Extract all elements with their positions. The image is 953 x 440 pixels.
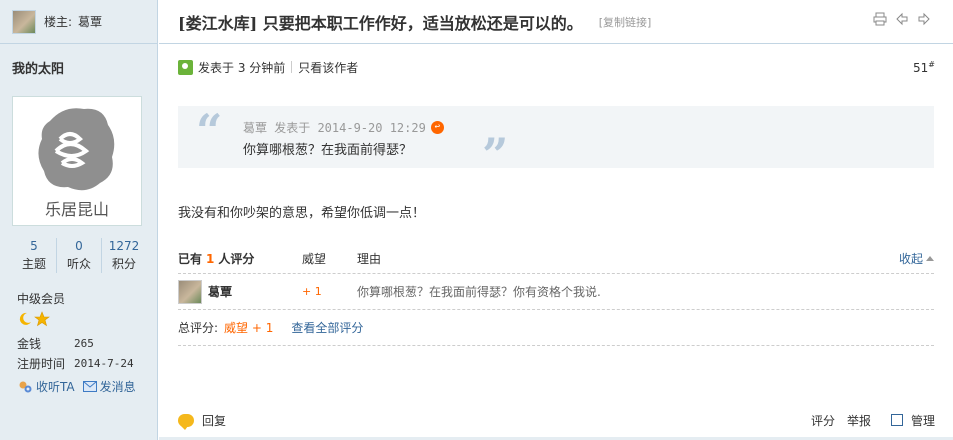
report-button[interactable]: 举报 [847,412,871,429]
money-value: 265 [74,337,94,350]
star-icon [34,311,50,327]
collapse-arrow-icon [926,256,934,261]
post-meta: 发表于 3 分钟前 只看该作者 51# [178,58,935,76]
manage-checkbox[interactable] [890,414,903,426]
next-thread-icon[interactable] [917,12,931,26]
rating-block: 已有 1 人评分 威望 理由 收起 葛覃 + 1 你算哪根葱？在我面前得瑟？你有资格… [178,244,934,346]
stat-threads-label: 主题 [21,257,46,271]
rating-count-prefix: 已有 [178,252,203,266]
thread-host-bar: 楼主: 葛覃 [0,0,157,44]
follow-icon [19,381,32,392]
copy-link-button[interactable]: [复制链接] [599,14,652,30]
rating-count: 已有 1 人评分 [178,250,302,267]
author-username[interactable]: 我的太阳 [0,44,157,86]
rating-collapse-label: 收起 [898,252,923,266]
rating-header: 已有 1 人评分 威望 理由 收起 [178,244,934,274]
rating-value: + 1 [302,285,322,298]
open-quote-icon: “ [196,104,223,158]
online-status-icon [178,59,193,75]
rating-row: 葛覃 + 1 你算哪根葱？在我面前得瑟？你有资格个我说. [178,274,934,310]
previous-thread-icon[interactable] [895,12,909,26]
rating-col-points: 威望 [302,252,327,266]
rater-name[interactable]: 葛覃 [208,283,232,300]
rating-total: 总评分: 威望 + 1 查看全部评分 [178,310,934,346]
rater-avatar[interactable] [178,279,202,304]
moon-icon [19,312,31,325]
post-footer: 回复 评分 举报 管理 [178,410,935,430]
post-main: [娄江水库] 只要把本职工作作好，适当放松还是可以的。 [复制链接] 发表于 3… [159,0,953,440]
thread-title-bar: [娄江水库] 只要把本职工作作好，适当放松还是可以的。 [复制链接] [159,0,953,44]
stat-points[interactable]: 1272 积分 [102,238,146,273]
host-avatar[interactable] [12,9,36,34]
avatar-logo-icon: 乐居昆山 [38,108,115,219]
author-sidebar: 楼主: 葛覃 我的太阳 乐居昆山 5 主题 0 听众 1272 积分 中级会员 … [0,0,158,440]
author-actions: 收听TA 发消息 [17,378,136,395]
author-stats: 5 主题 0 听众 1272 积分 [12,238,146,273]
host-name[interactable]: 葛覃 [78,15,102,29]
host-label: 楼主: 葛覃 [44,13,102,30]
rating-total-label: 总评分: [178,321,219,335]
register-date-value: 2014-7-24 [74,357,134,370]
stat-threads[interactable]: 5 主题 [12,238,57,273]
follow-button[interactable]: 收听TA [17,378,75,395]
host-label-text: 楼主: [44,15,73,29]
envelope-icon [82,381,97,392]
view-all-ratings-link[interactable]: 查看全部评分 [291,319,363,336]
reply-button[interactable]: 回复 [178,412,227,430]
quote-meta-text: 葛覃 发表于 2014-9-20 12:29 [243,121,426,135]
floor-number[interactable]: 51# [913,60,935,75]
reply-icon [178,413,194,430]
avatar-logo-text: 乐居昆山 [45,200,109,219]
footer-actions: 评分 举报 管理 [811,412,935,429]
post-body: 我没有和你吵架的意思，希望你低调一点！ [178,206,426,221]
author-info: 金钱 265 注册时间 2014-7-24 [17,334,134,374]
stat-listeners-label: 听众 [66,257,91,271]
author-avatar[interactable]: 乐居昆山 [12,96,142,226]
send-message-button[interactable]: 发消息 [82,378,136,395]
jump-to-quote-icon[interactable]: ↩ [430,121,444,134]
stat-listeners[interactable]: 0 听众 [57,238,102,273]
thread-tools [873,12,931,26]
rating-count-num: 1 [206,252,215,266]
thread-title: [娄江水库] 只要把本职工作作好，适当放松还是可以的。 [178,13,583,33]
rating-collapse-button[interactable]: 收起 [899,250,934,267]
register-date-label: 注册时间 [17,357,66,371]
money-label: 金钱 [17,337,42,351]
rating-reason: 你算哪根葱？在我面前得瑟？你有资格个我说. [357,285,601,299]
close-quote-icon: ” [482,128,509,182]
quote-text: 你算哪根葱？在我面前得瑟？ [243,143,413,158]
reply-label: 回复 [202,413,227,428]
follow-label: 收听TA [36,380,75,394]
member-rank[interactable]: 中级会员 [17,290,65,307]
rater[interactable]: 葛覃 [178,279,302,304]
print-icon[interactable] [873,12,887,26]
rate-button[interactable]: 评分 [811,412,835,429]
post-time: 发表于 3 分钟前 [198,60,286,75]
floor-number-value: 51 [913,60,929,75]
rank-stars [17,311,50,327]
quote-block: “ 葛覃 发表于 2014-9-20 12:29 ↩ 你算哪根葱？在我面前得瑟？… [178,104,934,178]
rating-total-value: 威望 + 1 [224,321,274,335]
stat-listeners-num[interactable]: 0 [57,238,101,255]
manage-label[interactable]: 管理 [911,412,935,429]
stat-threads-num[interactable]: 5 [12,238,56,255]
meta-divider [291,61,293,73]
stat-points-label: 积分 [111,257,136,271]
rating-count-suffix: 人评分 [218,252,255,266]
floor-suffix: # [928,59,935,69]
view-author-only-link[interactable]: 只看该作者 [298,59,358,76]
send-message-label: 发消息 [99,380,136,394]
quote-meta: 葛覃 发表于 2014-9-20 12:29 ↩ [243,119,444,136]
rating-col-reason: 理由 [357,252,382,266]
stat-points-num[interactable]: 1272 [102,238,146,255]
